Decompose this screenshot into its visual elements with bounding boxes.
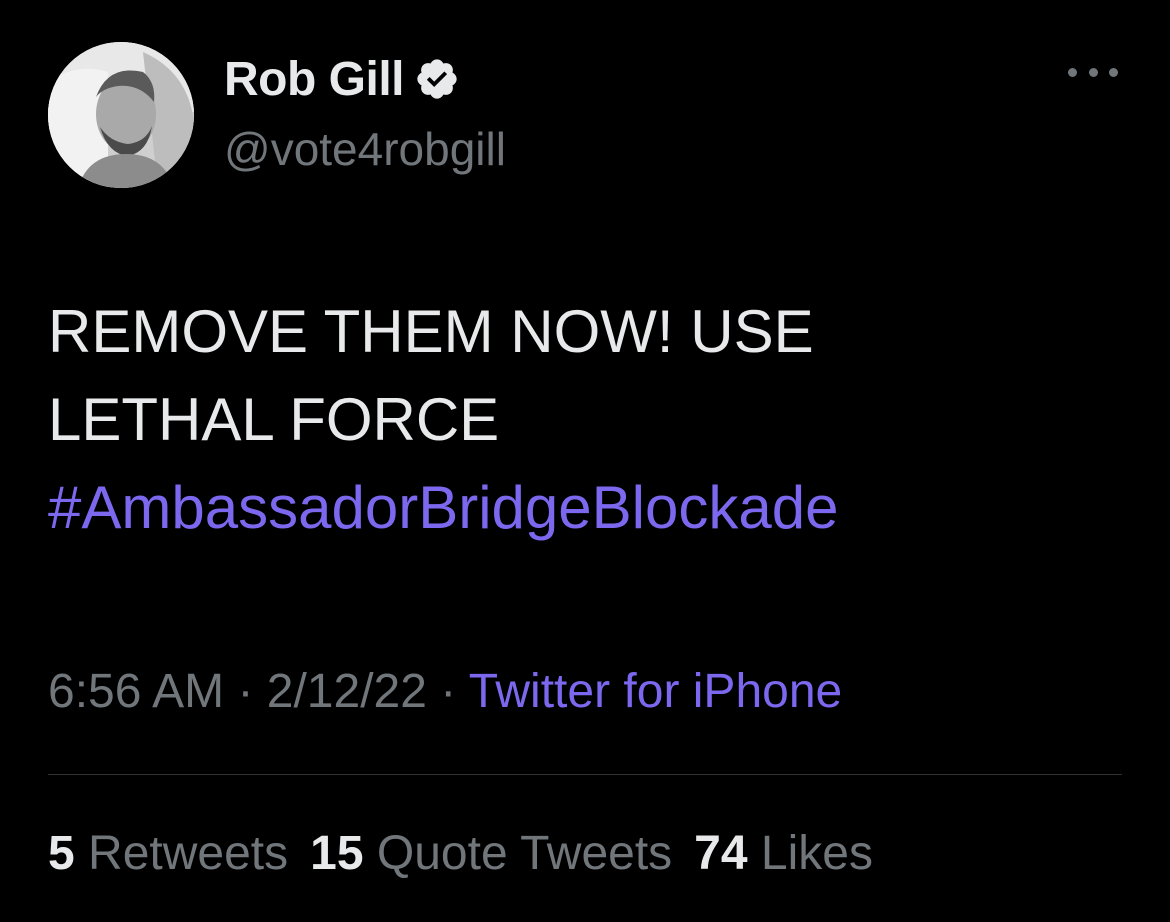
tweet-meta: 6:56 AM · 2/12/22 · Twitter for iPhone [48,664,842,719]
likes-count: 74 [694,827,748,880]
tweet-source-link[interactable]: Twitter for iPhone [469,665,843,718]
tweet: Rob Gill @vote4robgill REMOVE THEM NOW! … [0,0,1170,922]
more-dot [1068,67,1077,77]
author-name-row: Rob Gill [224,50,460,108]
more-dot [1088,67,1098,77]
tweet-text-line: LETHAL FORCE [48,386,500,453]
avatar[interactable] [48,42,194,188]
retweets-count: 5 [48,827,75,880]
likes-stat[interactable]: 74 Likes [694,827,873,880]
tweet-date[interactable]: 2/12/22 [267,665,427,718]
likes-label: Likes [760,827,873,880]
verified-badge-icon [417,59,457,99]
quote-tweets-stat[interactable]: 15 Quote Tweets [310,827,672,880]
tweet-stats: 5 Retweets 15 Quote Tweets 74 Likes [48,826,895,881]
quote-tweets-count: 15 [310,827,364,880]
more-horizontal-icon[interactable] [1068,60,1118,84]
tweet-text-line: REMOVE THEM NOW! USE [48,298,814,365]
quote-tweets-label: Quote Tweets [376,827,673,880]
hashtag-link[interactable]: #AmbassadorBridgeBlockade [48,464,1128,552]
more-dot [1109,67,1118,77]
retweets-label: Retweets [88,827,289,880]
tweet-text: REMOVE THEM NOW! USE LETHAL FORCE #Ambas… [48,288,1128,552]
meta-separator: · [426,665,469,718]
tweet-time[interactable]: 6:56 AM [48,665,224,718]
retweets-stat[interactable]: 5 Retweets [48,827,288,880]
avatar-image [48,42,194,188]
display-name[interactable]: Rob Gill [224,52,404,107]
meta-separator: · [224,665,267,718]
divider [48,774,1122,775]
author-handle[interactable]: @vote4robgill [224,122,506,176]
